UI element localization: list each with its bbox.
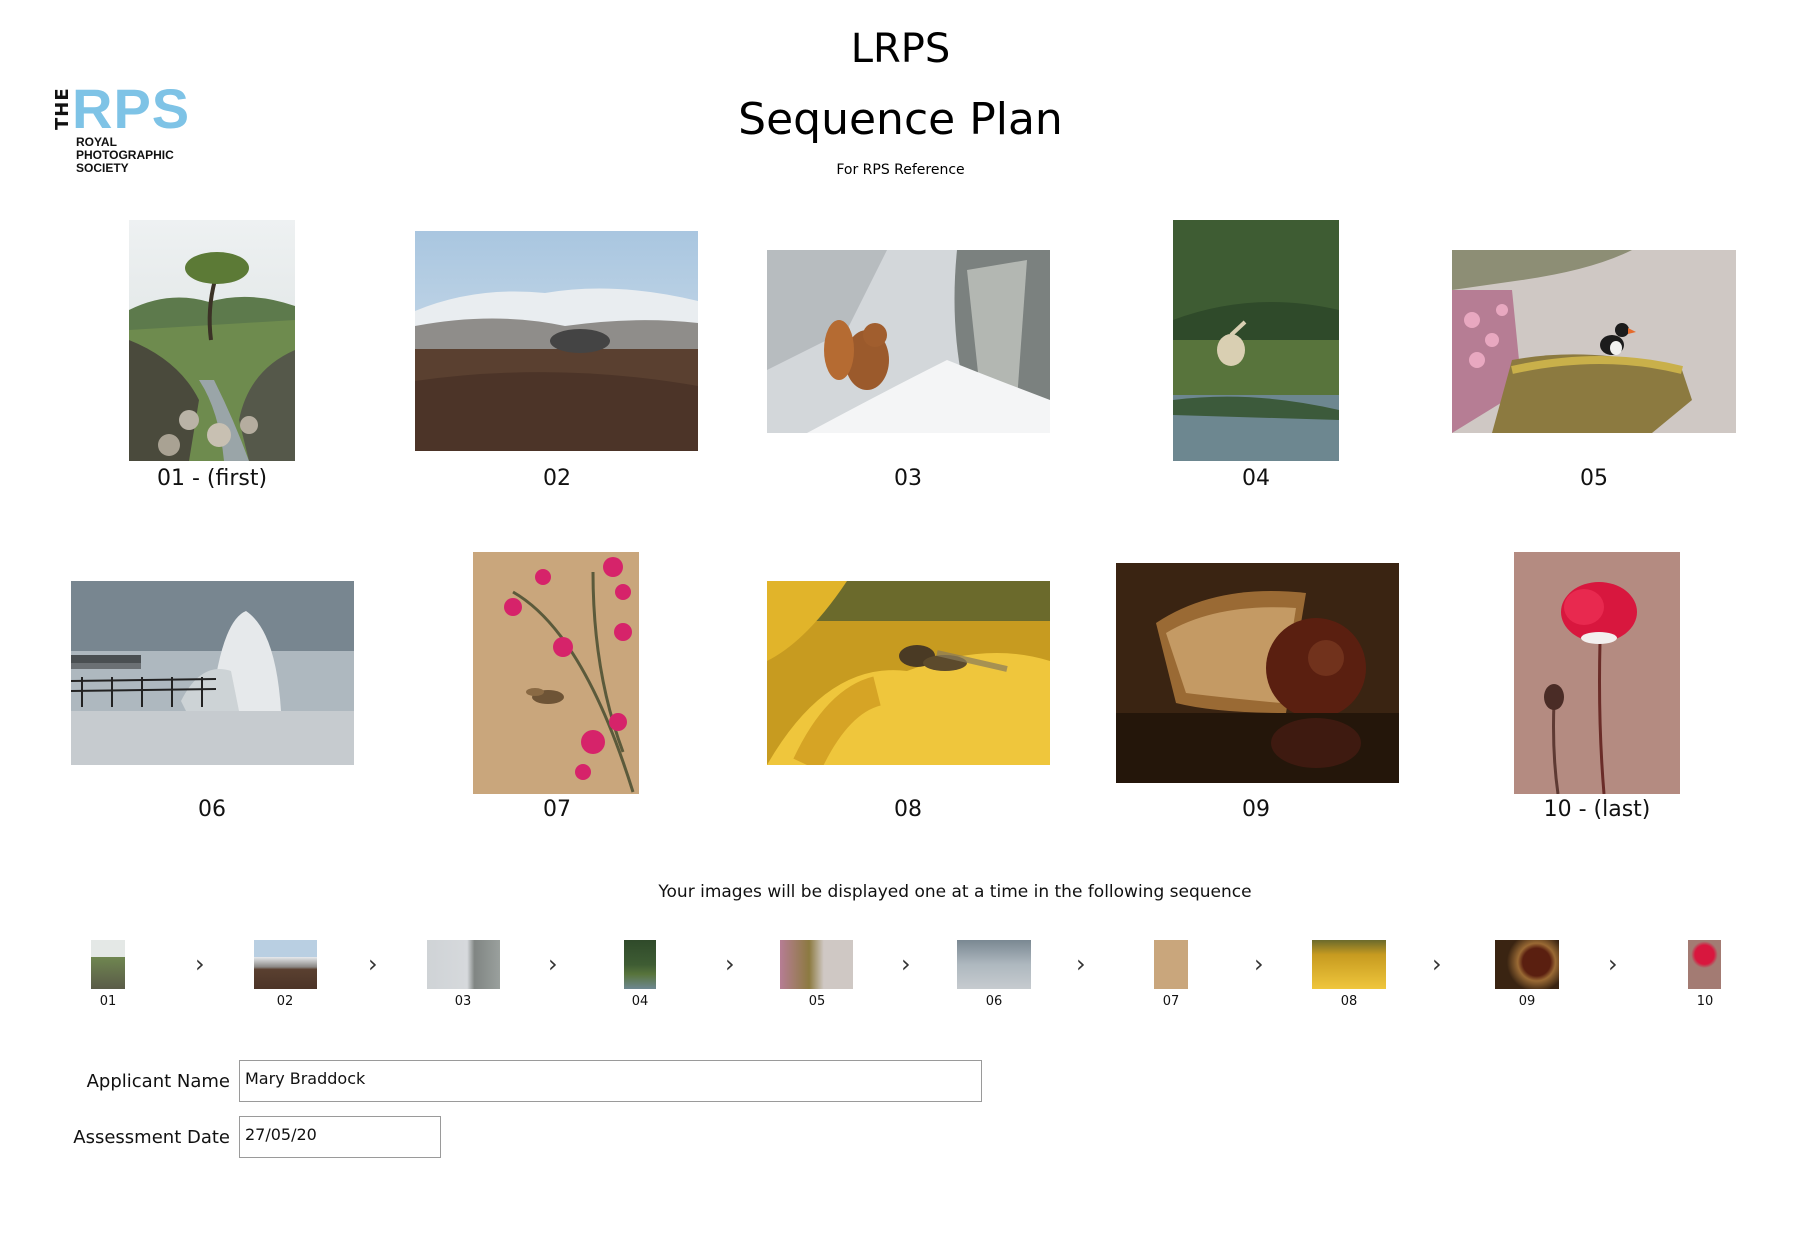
chevron-right-icon: ›: [1076, 950, 1086, 978]
thumb-caption-10: 10: [1696, 994, 1714, 1009]
photo-02: [415, 231, 698, 451]
chevron-right-icon: ›: [548, 950, 558, 978]
chevron-right-icon: ›: [901, 950, 911, 978]
page-subtitle: Sequence Plan: [738, 94, 1063, 145]
caption-10: 10 - (last): [1543, 797, 1651, 822]
chevron-right-icon: ›: [1608, 950, 1618, 978]
photo-08: [767, 581, 1050, 765]
page-title: LRPS: [850, 26, 951, 72]
thumb-caption-02: 02: [276, 994, 294, 1009]
photo-04: [1173, 220, 1339, 461]
chevron-right-icon: ›: [1254, 950, 1264, 978]
thumb-caption-04: 04: [631, 994, 649, 1009]
thumb-caption-07: 07: [1162, 994, 1180, 1009]
caption-06: 06: [198, 797, 226, 822]
thumb-01: [91, 940, 125, 989]
photo-01: [129, 220, 295, 461]
thumb-caption-06: 06: [985, 994, 1003, 1009]
thumb-06: [957, 940, 1031, 989]
chevron-right-icon: ›: [725, 950, 735, 978]
thumb-10: [1688, 940, 1721, 989]
caption-05: 05: [1580, 466, 1608, 491]
thumb-05: [780, 940, 853, 989]
thumb-09: [1495, 940, 1559, 989]
applicant-name-label: Applicant Name: [86, 1071, 230, 1092]
thumb-07: [1154, 940, 1188, 989]
caption-08: 08: [894, 797, 922, 822]
photo-09: [1116, 563, 1399, 783]
chevron-right-icon: ›: [1432, 950, 1442, 978]
thumb-02: [254, 940, 317, 989]
reference-note: For RPS Reference: [836, 162, 965, 178]
photo-10: [1514, 552, 1680, 794]
assessment-date-field[interactable]: 27/05/20: [239, 1116, 441, 1158]
caption-01: 01 - (first): [156, 466, 268, 491]
photo-07: [473, 552, 639, 794]
caption-04: 04: [1242, 466, 1270, 491]
caption-07: 07: [543, 797, 571, 822]
chevron-right-icon: ›: [195, 950, 205, 978]
assessment-date-label: Assessment Date: [73, 1127, 230, 1148]
thumb-caption-03: 03: [454, 994, 472, 1009]
caption-09: 09: [1242, 797, 1270, 822]
caption-03: 03: [894, 466, 922, 491]
photo-06: [71, 581, 354, 765]
thumb-caption-05: 05: [808, 994, 826, 1009]
thumb-04: [624, 940, 656, 989]
thumb-caption-01: 01: [99, 994, 117, 1009]
thumb-caption-08: 08: [1340, 994, 1358, 1009]
thumb-caption-09: 09: [1518, 994, 1536, 1009]
photo-03: [767, 250, 1050, 433]
chevron-right-icon: ›: [368, 950, 378, 978]
sequence-intro: Your images will be displayed one at a t…: [658, 882, 1252, 902]
thumb-08: [1312, 940, 1386, 989]
caption-02: 02: [543, 466, 571, 491]
applicant-name-field[interactable]: Mary Braddock: [239, 1060, 982, 1102]
thumb-03: [427, 940, 500, 989]
photo-05: [1452, 250, 1736, 433]
